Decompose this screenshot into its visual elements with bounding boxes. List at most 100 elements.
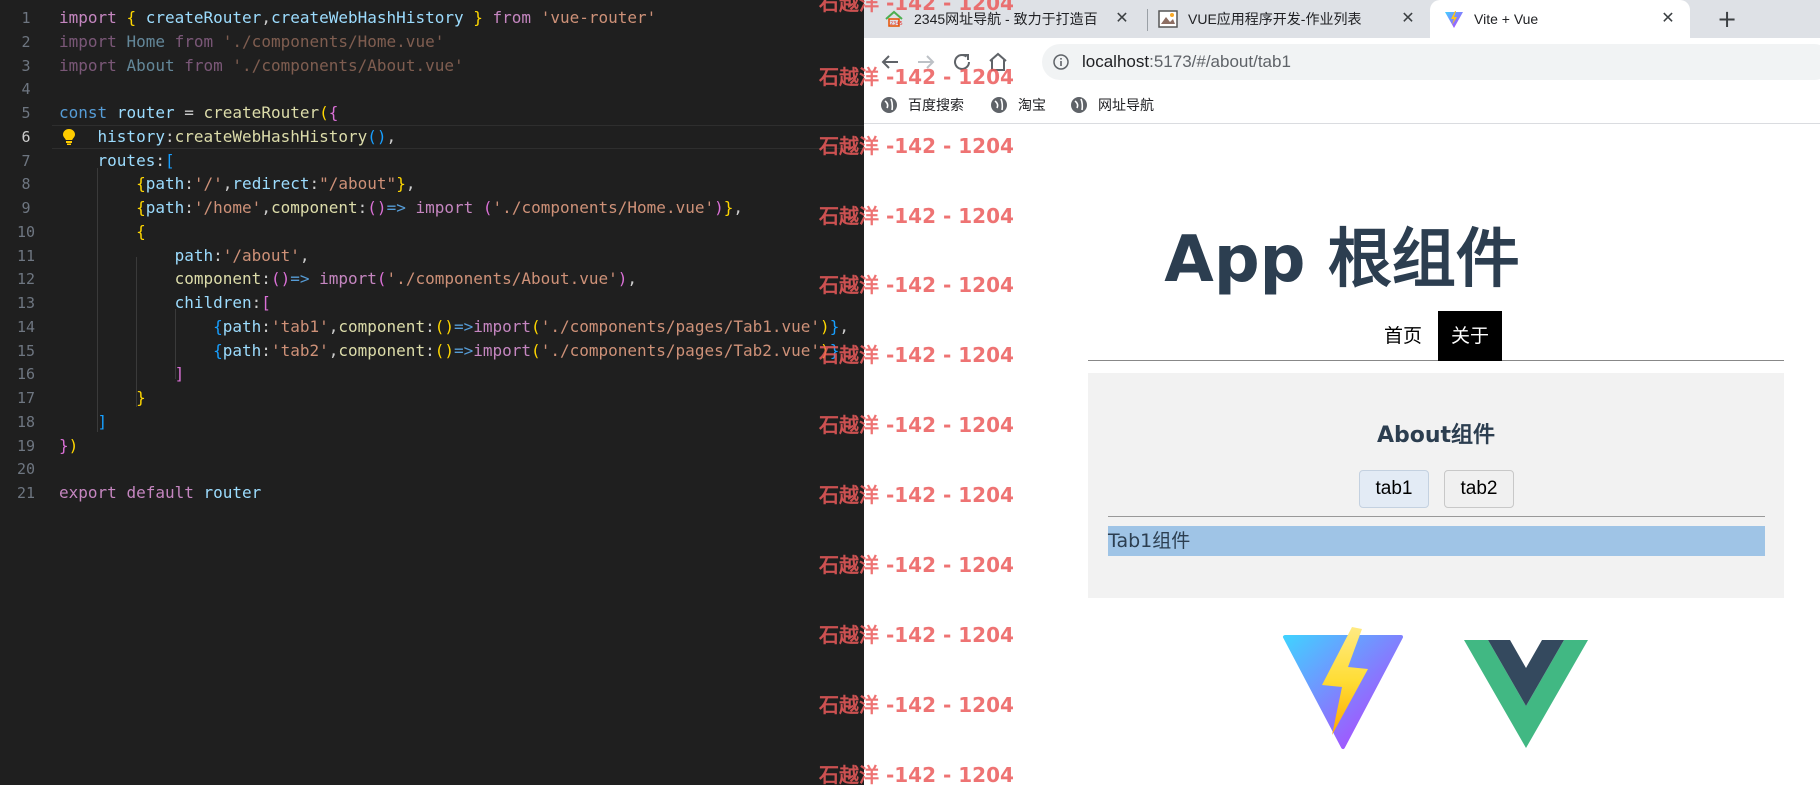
vue-logo[interactable] bbox=[1464, 640, 1588, 748]
lightbulb-icon[interactable] bbox=[61, 128, 77, 146]
code-line[interactable]: import { createRouter,createWebHashHisto… bbox=[59, 6, 656, 30]
code-token: ] bbox=[174, 364, 185, 384]
code-token: import bbox=[473, 316, 532, 336]
close-tab-icon[interactable]: ✕ bbox=[1658, 9, 1678, 29]
line-number: 19 bbox=[16, 436, 36, 455]
code-line[interactable]: export default router bbox=[59, 481, 261, 505]
code-token: export bbox=[59, 483, 117, 502]
line-number: 7 bbox=[21, 151, 31, 170]
code-token: ] bbox=[97, 411, 108, 431]
code-token: component bbox=[338, 316, 426, 336]
code-token: } bbox=[473, 8, 483, 27]
code-token: './components/About.vue' bbox=[232, 55, 464, 75]
code-line[interactable]: import About from './components/About.vu… bbox=[59, 54, 464, 78]
watermark-text: 石越洋 -142 - 1204 bbox=[819, 134, 1014, 158]
code-token: { bbox=[126, 8, 137, 27]
code-line[interactable]: history:createWebHashHistory(), bbox=[59, 125, 397, 149]
nav-link-home[interactable]: 首页 bbox=[1378, 311, 1428, 361]
bookmark-label: 网址导航 bbox=[1098, 97, 1154, 113]
line-number: 4 bbox=[21, 80, 31, 99]
code-line[interactable]: const router = createRouter({ bbox=[59, 101, 338, 125]
code-token: => bbox=[290, 269, 310, 289]
watermark-text: 石越洋 -142 - 1204 bbox=[819, 483, 1014, 507]
code-token: component bbox=[338, 340, 426, 360]
code-token: : bbox=[357, 198, 368, 217]
line-number: 20 bbox=[16, 460, 36, 479]
code-token: ( bbox=[319, 103, 329, 122]
code-token: 'vue-router' bbox=[540, 8, 657, 27]
code-token: = bbox=[174, 103, 204, 122]
code-token: createWebHashHistory bbox=[174, 126, 368, 146]
code-token: , bbox=[839, 316, 849, 336]
line-number: 11 bbox=[16, 246, 36, 265]
code-token: from bbox=[184, 55, 223, 75]
code-token: const bbox=[59, 103, 108, 122]
code-token: path bbox=[222, 340, 262, 360]
code-line[interactable]: routes:[ bbox=[59, 149, 175, 173]
tab1-content: Tab1组件 bbox=[1108, 526, 1765, 556]
code-token: , bbox=[299, 245, 310, 265]
code-line[interactable]: } bbox=[59, 386, 146, 410]
close-tab-icon[interactable]: ✕ bbox=[1112, 9, 1132, 29]
code-line[interactable]: {path:'/home',component:()=> import ('./… bbox=[59, 196, 743, 220]
code-token: , bbox=[405, 174, 416, 194]
browser-window: 2345 2345网址导航 - 致力于打造百 ✕ VUE应用程序开发-作业列表 … bbox=[864, 0, 1820, 785]
code-token: : bbox=[425, 316, 435, 336]
browser-tab-vite-vue[interactable]: Vite + Vue ✕ bbox=[1430, 0, 1690, 38]
tab2-button[interactable]: tab2 bbox=[1444, 470, 1514, 508]
code-token: About bbox=[126, 55, 175, 75]
code-editor[interactable]: 1 2 3 4 5 6 7 8 9 10 11 12 13 14 15 16 17 18 19 20 21 import… bbox=[0, 0, 864, 785]
code-line[interactable]: component:()=> import('./components/Abou… bbox=[59, 267, 637, 291]
line-number: 8 bbox=[21, 175, 31, 194]
code-token: from bbox=[174, 31, 214, 51]
code-line[interactable]: import Home from './components/Home.vue' bbox=[59, 30, 444, 54]
code-token: [ bbox=[261, 293, 271, 312]
code-line[interactable]: children:[ bbox=[59, 291, 271, 315]
line-number: 17 bbox=[16, 389, 36, 407]
code-token: { bbox=[136, 174, 146, 194]
code-token: path bbox=[145, 174, 185, 194]
code-line[interactable]: }) bbox=[59, 434, 78, 458]
code-line[interactable]: ] bbox=[59, 410, 108, 434]
tab1-button[interactable]: tab1 bbox=[1359, 470, 1429, 508]
info-icon[interactable] bbox=[1053, 54, 1069, 70]
new-tab-button[interactable]: + bbox=[1712, 4, 1742, 34]
line-number: 12 bbox=[16, 270, 36, 289]
code-token: history bbox=[97, 126, 165, 146]
code-line[interactable]: { bbox=[59, 220, 146, 244]
code-token: component bbox=[174, 269, 262, 289]
code-line[interactable]: {path:'/',redirect:"/about"}, bbox=[59, 172, 415, 196]
code-line[interactable]: ] bbox=[59, 362, 185, 386]
code-line[interactable]: {path:'tab1',component:()=>import('./com… bbox=[59, 315, 849, 339]
code-token: : bbox=[261, 269, 271, 289]
nav-link-about[interactable]: 关于 bbox=[1438, 311, 1502, 361]
close-tab-icon[interactable]: ✕ bbox=[1398, 9, 1418, 29]
bookmark-label: 淘宝 bbox=[1018, 97, 1046, 113]
code-token: } bbox=[829, 316, 840, 336]
bookmark-baidu[interactable]: 百度搜索 bbox=[880, 86, 964, 124]
code-token: 'tab1' bbox=[270, 316, 329, 336]
code-token: '/' bbox=[193, 174, 223, 194]
url-text[interactable]: localhost:5173/#/about/tab1 bbox=[1082, 44, 1291, 80]
bookmark-nav[interactable]: 网址导航 bbox=[1070, 86, 1154, 124]
bookmark-taobao[interactable]: 淘宝 bbox=[990, 86, 1046, 124]
watermark-text: 石越洋 -142 - 1204 bbox=[819, 623, 1014, 647]
code-token: ) bbox=[820, 316, 830, 336]
code-token: : bbox=[261, 340, 271, 360]
code-line[interactable]: {path:'tab2',component:()=>import('./com… bbox=[59, 339, 839, 363]
globe-icon bbox=[1071, 97, 1087, 113]
vite-logo[interactable] bbox=[1282, 625, 1404, 750]
indent-guide bbox=[97, 168, 98, 432]
browser-tab-homework[interactable]: VUE应用程序开发-作业列表 ✕ bbox=[1150, 0, 1430, 38]
tab-title: VUE应用程序开发-作业列表 bbox=[1188, 11, 1362, 27]
code-token: => bbox=[453, 316, 474, 336]
address-bar[interactable]: localhost:5173/#/about/tab1 bbox=[1042, 44, 1820, 80]
code-token: : bbox=[309, 174, 320, 194]
line-number: 15 bbox=[16, 341, 36, 360]
